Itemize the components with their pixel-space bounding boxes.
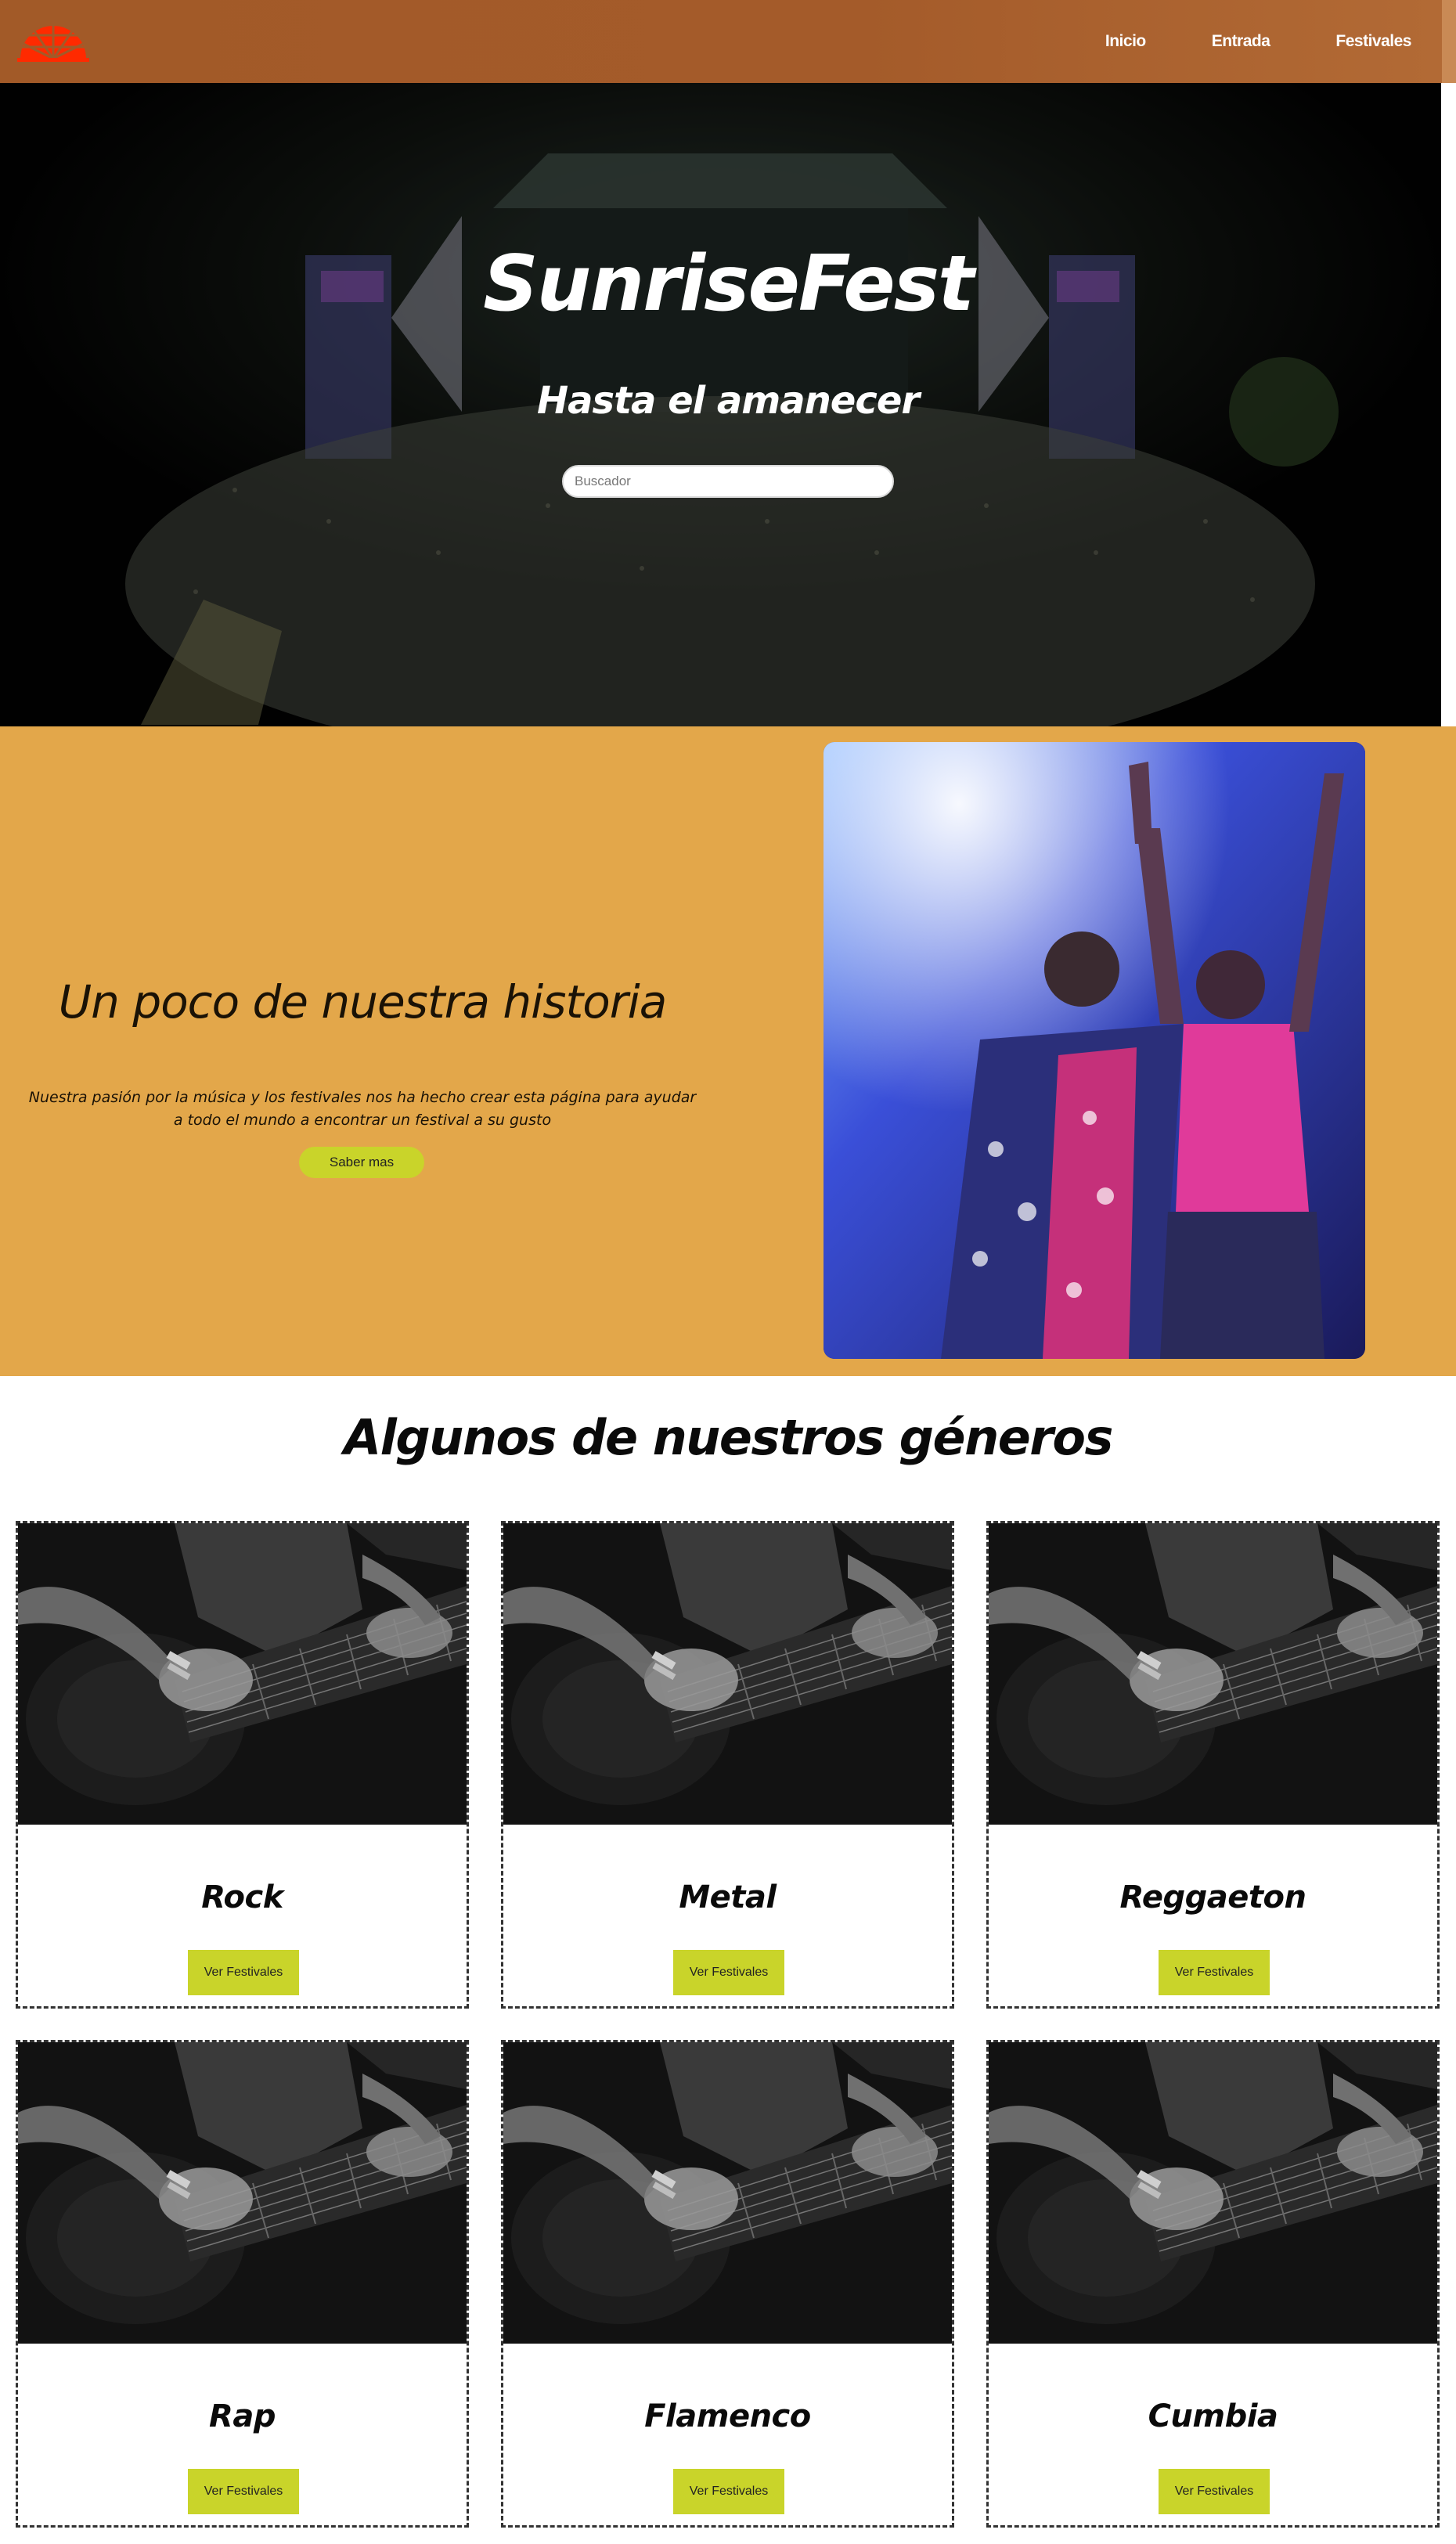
- guitarist-image: [18, 1523, 467, 1825]
- guitarist-image: [503, 1523, 952, 1825]
- genre-card-flamenco: Flamenco Ver Festivales: [501, 2040, 954, 2528]
- genre-card-rock: Rock Ver Festivales: [16, 1521, 469, 2009]
- nav-link-festivales[interactable]: Festivales: [1335, 32, 1412, 51]
- saber-mas-button[interactable]: Saber mas: [299, 1147, 424, 1178]
- ver-festivales-button-flamenco[interactable]: Ver Festivales: [673, 2469, 784, 2514]
- genre-name: Rap: [209, 2398, 276, 2434]
- guitarist-image: [18, 2042, 467, 2344]
- party-photo: [824, 742, 1365, 1359]
- navbar: Inicio Entrada Festivales: [0, 0, 1456, 83]
- ver-festivales-button-rap[interactable]: Ver Festivales: [188, 2469, 299, 2514]
- genre-card-cumbia: Cumbia Ver Festivales: [986, 2040, 1440, 2528]
- guitarist-image: [503, 2042, 952, 2344]
- search-input[interactable]: [562, 465, 894, 498]
- nav-link-entrada[interactable]: Entrada: [1211, 32, 1271, 51]
- history-title: Un poco de nuestra historia: [58, 975, 668, 1029]
- genre-name: Flamenco: [644, 2398, 811, 2434]
- nav-links: Inicio Entrada Festivales: [1105, 0, 1412, 83]
- genre-name: Metal: [679, 1879, 777, 1915]
- nav-link-inicio[interactable]: Inicio: [1105, 32, 1147, 51]
- genres-title: Algunos de nuestros géneros: [344, 1409, 1113, 1466]
- hero-title: SunriseFest: [483, 240, 975, 329]
- guitarist-image: [989, 1523, 1437, 1825]
- ver-festivales-button-reggaeton[interactable]: Ver Festivales: [1159, 1950, 1270, 1995]
- ver-festivales-button-cumbia[interactable]: Ver Festivales: [1159, 2469, 1270, 2514]
- sunrise-logo-icon[interactable]: [17, 20, 89, 62]
- hero-subtitle: Hasta el amanecer: [536, 379, 920, 423]
- genre-card-reggaeton: Reggaeton Ver Festivales: [986, 1521, 1440, 2009]
- history-section: Un poco de nuestra historia Nuestra pasi…: [0, 726, 1456, 1376]
- genre-name: Cumbia: [1148, 2398, 1278, 2434]
- guitarist-image: [989, 2042, 1437, 2344]
- genre-name: Reggaeton: [1119, 1879, 1306, 1915]
- genre-card-metal: Metal Ver Festivales: [501, 1521, 954, 2009]
- genre-card-rap: Rap Ver Festivales: [16, 2040, 469, 2528]
- genre-name: Rock: [201, 1879, 283, 1915]
- history-text: Nuestra pasión por la música y los festi…: [28, 1089, 697, 1129]
- hero-section: SunriseFest Hasta el amanecer: [0, 83, 1441, 726]
- ver-festivales-button-metal[interactable]: Ver Festivales: [673, 1950, 784, 1995]
- ver-festivales-button-rock[interactable]: Ver Festivales: [188, 1950, 299, 1995]
